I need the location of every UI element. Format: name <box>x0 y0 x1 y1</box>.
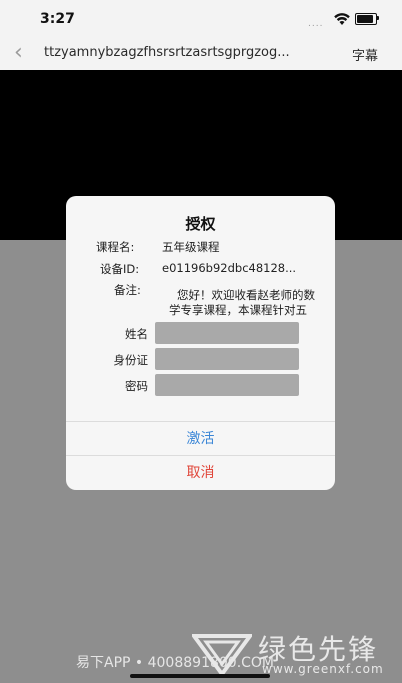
device-id-label: 设备ID: <box>100 262 140 276</box>
cancel-button[interactable]: 取消 <box>66 456 335 490</box>
cellular-signal-icon: .... <box>308 19 324 29</box>
status-bar: 3:27 .... <box>0 0 402 38</box>
device-id-value: e01196b92dbc48128... <box>162 261 297 275</box>
subtitle-button[interactable]: 字幕 <box>352 45 378 64</box>
wifi-icon <box>334 13 350 25</box>
note-value[interactable]: 您好！欢迎收看赵老师的数学专享课程，本课程针对五年级学生 <box>169 288 317 318</box>
dialog-title: 授权 <box>185 215 216 233</box>
authorization-dialog: 授权 课程名: 五年级课程 设备ID: e01196b92dbc48128...… <box>66 196 335 490</box>
battery-cap <box>377 16 379 20</box>
battery-icon <box>355 13 377 25</box>
note-label: 备注: <box>114 283 141 297</box>
status-time: 3:27 <box>40 11 75 27</box>
home-indicator <box>130 674 270 678</box>
id-card-input[interactable] <box>155 348 299 370</box>
name-label: 姓名 <box>125 327 148 341</box>
id-card-label: 身份证 <box>113 353 149 367</box>
logo-mark-icon <box>192 634 252 676</box>
activate-button[interactable]: 激活 <box>66 422 335 456</box>
course-label: 课程名: <box>96 240 135 254</box>
password-input[interactable] <box>155 374 299 396</box>
name-input[interactable] <box>155 322 299 344</box>
back-chevron-icon[interactable]: ‹ <box>14 41 23 65</box>
watermark-logo: 绿色先锋 www.greenxf.com <box>192 628 392 680</box>
course-value: 五年级课程 <box>162 240 220 254</box>
nav-bar: ‹ ttzyamnybzagzfhsrsrtzasrtsgprgzog... 字… <box>0 38 402 70</box>
page-title: ttzyamnybzagzfhsrsrtzasrtsgprgzog... <box>44 45 290 60</box>
logo-url: www.greenxf.com <box>262 662 384 676</box>
battery-level <box>357 15 373 23</box>
password-label: 密码 <box>125 379 148 393</box>
